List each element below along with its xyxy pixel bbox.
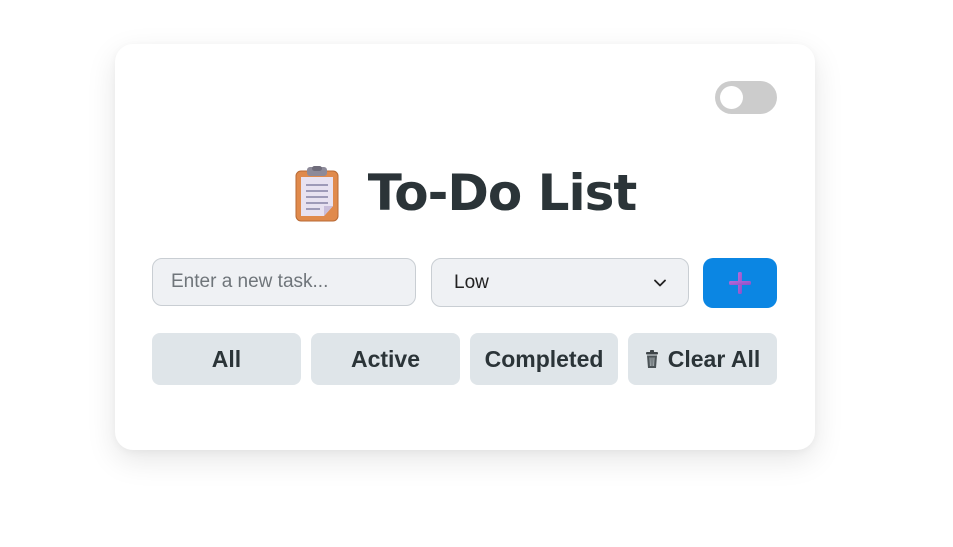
filter-completed-button[interactable]: Completed	[470, 333, 618, 385]
filter-completed-label: Completed	[484, 345, 604, 372]
add-task-button[interactable]	[703, 258, 777, 308]
task-input[interactable]	[152, 258, 416, 306]
filter-all-button[interactable]: All	[152, 333, 301, 385]
filter-active-label: Active	[350, 345, 421, 372]
clear-all-label: Clear All	[667, 345, 761, 372]
plus-icon	[729, 272, 751, 294]
clear-all-button[interactable]: Clear All	[628, 333, 777, 385]
filter-all-label: All	[211, 345, 242, 372]
title-row: To-Do List	[115, 160, 815, 226]
theme-toggle[interactable]	[715, 81, 777, 114]
filter-active-button[interactable]: Active	[311, 333, 460, 385]
chevron-down-icon	[654, 279, 666, 286]
clipboard-icon	[295, 166, 339, 222]
todo-card: To-Do List Low All Active Completed	[115, 44, 815, 450]
priority-select[interactable]: Low	[431, 258, 689, 307]
trash-icon	[645, 350, 658, 368]
toggle-knob	[720, 86, 743, 109]
priority-selected-value: Low	[454, 271, 489, 293]
page-title: To-Do List	[367, 164, 637, 222]
